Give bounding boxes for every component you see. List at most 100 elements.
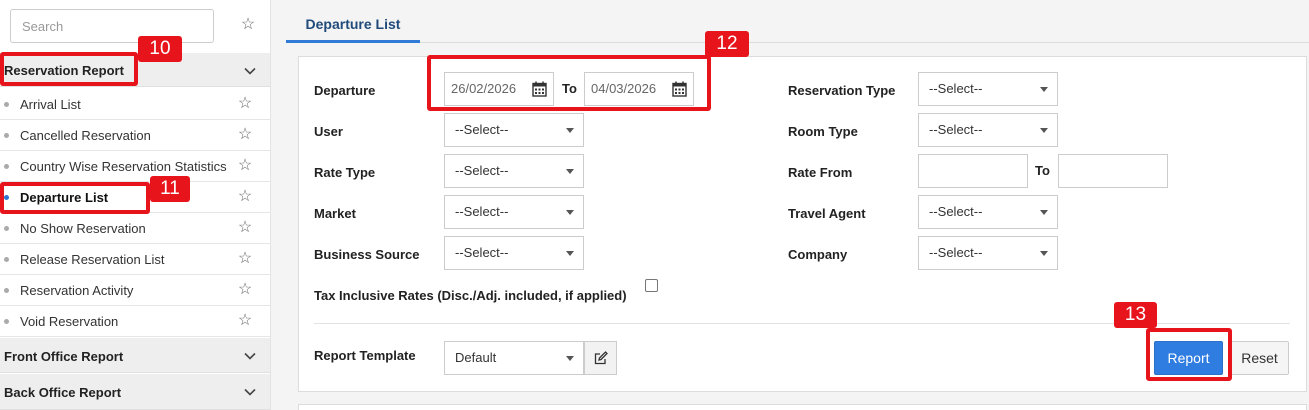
report-template-select[interactable]: Default (444, 341, 584, 375)
sidebar-item-departure-list[interactable]: Departure List ☆ (0, 182, 270, 213)
user-select-value: --Select-- (455, 122, 509, 137)
rate-type-select[interactable]: --Select-- (444, 154, 584, 188)
sidebar-item-label: Arrival List (20, 97, 81, 112)
market-select[interactable]: --Select-- (444, 195, 584, 229)
departure-label: Departure (314, 83, 376, 98)
rate-to-input[interactable] (1058, 154, 1168, 188)
section-label: Reservation Report (4, 63, 124, 78)
reservation-type-label: Reservation Type (788, 83, 896, 98)
annotation-badge-12: 12 (705, 31, 749, 57)
star-icon[interactable]: ☆ (237, 127, 253, 143)
caret-down-icon (1040, 87, 1048, 92)
user-label: User (314, 124, 343, 139)
calendar-icon[interactable] (532, 81, 547, 97)
chevron-down-icon (244, 350, 256, 362)
sidebar-item-arrival-list[interactable]: Arrival List ☆ (0, 89, 270, 120)
travel-agent-label: Travel Agent (788, 206, 866, 221)
star-icon[interactable]: ☆ (240, 17, 256, 33)
business-source-select-value: --Select-- (455, 245, 509, 260)
caret-down-icon (1040, 251, 1048, 256)
reservation-type-select-value: --Select-- (929, 81, 983, 96)
sidebar-item-country-wise[interactable]: Country Wise Reservation Statistics ☆ (0, 151, 270, 182)
star-icon[interactable]: ☆ (237, 220, 253, 236)
section-label: Back Office Report (4, 385, 122, 400)
bullet-icon (4, 288, 9, 293)
edit-icon (594, 351, 608, 365)
reservation-type-select[interactable]: --Select-- (918, 72, 1058, 106)
departure-to-value: 04/03/2026 (591, 81, 657, 96)
search-input[interactable] (10, 9, 214, 43)
report-template-select-value: Default (455, 350, 497, 365)
caret-down-icon (566, 251, 574, 256)
sidebar-item-label: Departure List (20, 190, 109, 205)
report-button[interactable]: Report (1154, 341, 1223, 375)
sidebar-item-label: Void Reservation (20, 314, 119, 329)
annotation-badge-13: 13 (1114, 302, 1157, 328)
rate-from-input[interactable] (918, 154, 1028, 188)
rate-from-label: Rate From (788, 165, 853, 180)
sidebar-item-void-reservation[interactable]: Void Reservation ☆ (0, 306, 270, 337)
to-label: To (562, 81, 577, 96)
annotation-badge-11: 11 (150, 176, 190, 202)
calendar-icon[interactable] (672, 81, 687, 97)
caret-down-icon (566, 169, 574, 174)
reset-button[interactable]: Reset (1230, 341, 1289, 375)
sidebar-item-reservation-activity[interactable]: Reservation Activity ☆ (0, 275, 270, 306)
section-reservation-report[interactable]: Reservation Report (0, 53, 270, 87)
results-panel (298, 404, 1307, 410)
sidebar: ☆ Reservation Report Arrival List ☆ Canc… (0, 0, 271, 410)
chevron-down-icon (244, 386, 256, 398)
company-select-value: --Select-- (929, 245, 983, 260)
departure-from-value: 26/02/2026 (451, 81, 517, 96)
user-select[interactable]: --Select-- (444, 113, 584, 147)
sidebar-item-release-reservation[interactable]: Release Reservation List ☆ (0, 244, 270, 275)
departure-from-field[interactable]: 26/02/2026 (444, 72, 554, 106)
edit-template-button[interactable] (584, 341, 617, 375)
app-root: ☆ Reservation Report Arrival List ☆ Canc… (0, 0, 1309, 410)
market-label: Market (314, 206, 356, 221)
star-icon[interactable]: ☆ (237, 251, 253, 267)
star-icon[interactable]: ☆ (237, 158, 253, 174)
bullet-icon (4, 195, 9, 200)
tax-inclusive-checkbox[interactable] (645, 279, 658, 292)
room-type-label: Room Type (788, 124, 858, 139)
caret-down-icon (566, 128, 574, 133)
bullet-icon (4, 226, 9, 231)
report-template-label: Report Template (314, 348, 416, 363)
tab-bar: Departure List (286, 10, 1309, 43)
bullet-icon (4, 319, 9, 324)
star-icon[interactable]: ☆ (237, 189, 253, 205)
star-icon[interactable]: ☆ (237, 96, 253, 112)
sidebar-item-no-show[interactable]: No Show Reservation ☆ (0, 213, 270, 244)
tax-inclusive-label: Tax Inclusive Rates (Disc./Adj. included… (314, 288, 627, 303)
caret-down-icon (566, 356, 574, 361)
departure-to-field[interactable]: 04/03/2026 (584, 72, 694, 106)
annotation-badge-10: 10 (138, 36, 182, 62)
section-back-office-report[interactable]: Back Office Report (0, 374, 270, 410)
business-source-select[interactable]: --Select-- (444, 236, 584, 270)
rate-type-select-value: --Select-- (455, 163, 509, 178)
chevron-down-icon (244, 65, 256, 77)
sidebar-item-cancelled-reservation[interactable]: Cancelled Reservation ☆ (0, 120, 270, 151)
travel-agent-select-value: --Select-- (929, 204, 983, 219)
sidebar-item-label: Reservation Activity (20, 283, 134, 298)
bullet-icon (4, 257, 9, 262)
star-icon[interactable]: ☆ (237, 313, 253, 329)
filter-panel: Departure 26/02/2026 To 04/03/2026 User … (298, 56, 1307, 392)
sidebar-item-label: Cancelled Reservation (20, 128, 151, 143)
sidebar-item-label: Country Wise Reservation Statistics (20, 159, 227, 174)
caret-down-icon (1040, 128, 1048, 133)
room-type-select[interactable]: --Select-- (918, 113, 1058, 147)
section-front-office-report[interactable]: Front Office Report (0, 338, 270, 373)
rate-type-label: Rate Type (314, 165, 376, 180)
company-select[interactable]: --Select-- (918, 236, 1058, 270)
sidebar-item-label: Release Reservation List (20, 252, 165, 267)
bullet-icon (4, 164, 9, 169)
market-select-value: --Select-- (455, 204, 509, 219)
tab-departure-list[interactable]: Departure List (286, 10, 420, 43)
star-icon[interactable]: ☆ (237, 282, 253, 298)
main-content: Departure List Departure 26/02/2026 To 0… (272, 0, 1309, 410)
travel-agent-select[interactable]: --Select-- (918, 195, 1058, 229)
business-source-label: Business Source (314, 247, 420, 262)
room-type-select-value: --Select-- (929, 122, 983, 137)
